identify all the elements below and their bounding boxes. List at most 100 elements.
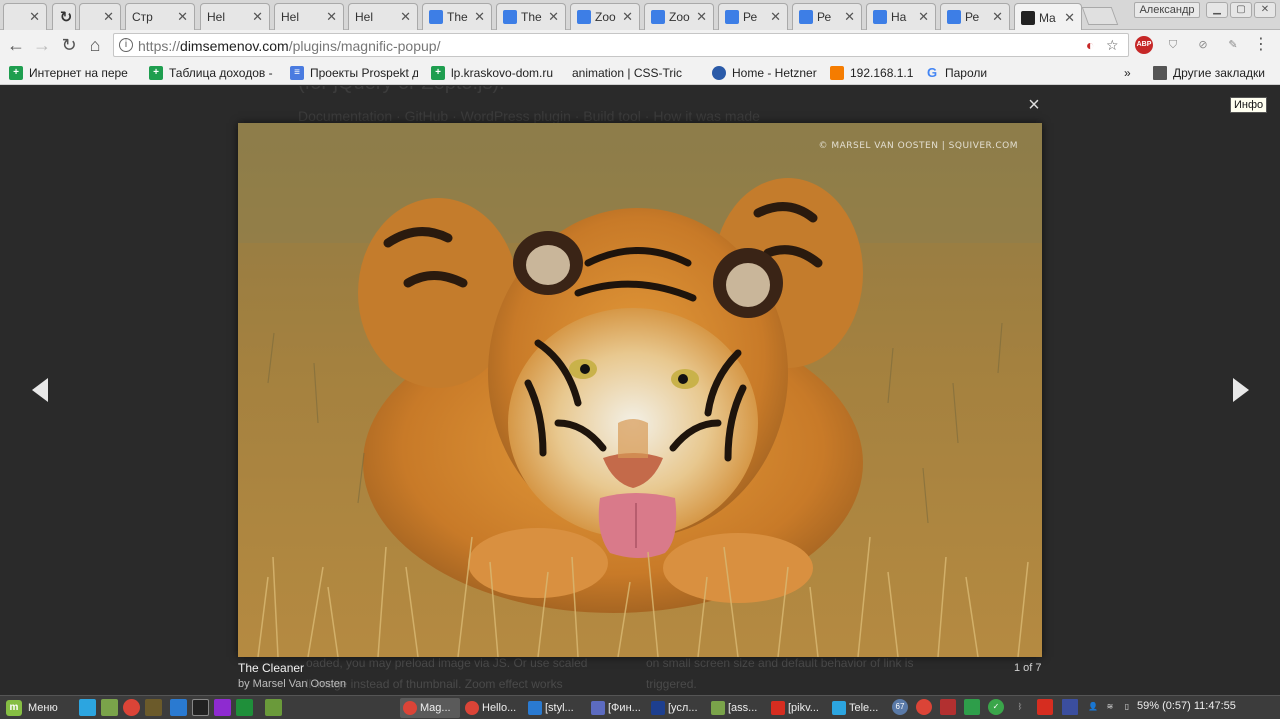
tab-close-icon[interactable]: ✕ — [844, 9, 855, 25]
user-icon[interactable]: 👤 — [1085, 699, 1101, 715]
tab-close-icon[interactable]: ✕ — [992, 9, 1003, 25]
lightbox-prev-arrow-icon[interactable] — [32, 378, 48, 402]
page-links: Documentation · GitHub · WordPress plugi… — [298, 108, 760, 124]
taskbar-window[interactable]: [ass... — [708, 698, 766, 718]
start-menu-button[interactable]: m Меню — [2, 698, 62, 718]
tab-close-icon[interactable]: ✕ — [918, 9, 929, 25]
browser-tab[interactable]: Zoo ✕ — [644, 3, 714, 30]
browser-tab[interactable]: Ha ✕ — [866, 3, 936, 30]
bookmark-item[interactable]: + Интернет на пере — [9, 64, 137, 82]
chrome-tray-icon[interactable] — [916, 699, 932, 715]
back-arrow-icon[interactable]: ← — [5, 34, 27, 56]
url-text[interactable]: https://dimsemenov.com/plugins/magnific-… — [138, 38, 440, 54]
browser-tab[interactable]: Стр ✕ — [125, 3, 195, 103]
site-info-icon[interactable]: i — [119, 38, 133, 52]
lightbox-close-icon[interactable]: × — [1024, 94, 1044, 116]
chrome-launcher-icon[interactable] — [123, 699, 140, 716]
chrome-menu-icon[interactable]: ⋮ — [1252, 36, 1270, 54]
tab-close-icon[interactable]: ✕ — [29, 9, 40, 25]
browser-tab[interactable]: Ре ✕ — [718, 3, 788, 30]
browser-tab[interactable]: The ✕ — [422, 3, 492, 30]
bookmark-item[interactable]: ≡ Проекты Prospekt д — [290, 64, 418, 82]
taskbar-window[interactable]: Hello... — [462, 698, 522, 718]
adblock-plus-icon[interactable]: ABP — [1135, 36, 1153, 54]
lightbox-image[interactable]: © MARSEL VAN OOSTEN | SQUIVER.COM — [238, 123, 1042, 657]
browser-tab[interactable]: ✕ — [79, 3, 121, 103]
taskbar-window[interactable]: [styl... — [525, 698, 583, 718]
other-bookmarks-folder[interactable]: Другие закладки — [1153, 64, 1273, 82]
browser-tab[interactable]: Ре ✕ — [792, 3, 862, 30]
new-tab-button[interactable] — [1081, 7, 1119, 25]
browser-tab[interactable]: The ✕ — [496, 3, 566, 30]
bookmark-item[interactable]: G Пароли — [925, 64, 995, 82]
shield-extension-icon[interactable]: ⛉ — [1164, 36, 1182, 54]
tab-close-icon[interactable]: ✕ — [177, 9, 188, 25]
bookmark-item[interactable]: + lp.kraskovo-dom.ru — [431, 64, 557, 82]
active-tab[interactable]: Ma ✕ — [1014, 3, 1082, 31]
browser-tab[interactable]: Ре ✕ — [940, 3, 1010, 30]
lightbox-next-arrow-icon[interactable] — [1233, 378, 1249, 402]
browser-tab[interactable]: Zoo ✕ — [570, 3, 640, 30]
pycharm-launcher-icon[interactable] — [236, 699, 253, 716]
tab-strip: ✕ ↻ ✕ Стр ✕ Hel ✕ Hel ✕ Hel ✕ The ✕ The ✕ Zoo ✕ Zoo ✕ Ре ✕ Ре… — [0, 0, 1280, 103]
bookmark-item[interactable]: + Таблица доходов - — [149, 64, 275, 82]
minimize-icon[interactable]: ▁ — [1206, 2, 1228, 18]
tab-close-icon[interactable]: ✕ — [1064, 10, 1075, 26]
us-flag-icon[interactable] — [1062, 699, 1078, 715]
home-icon[interactable]: ⌂ — [84, 34, 106, 56]
tab-close-icon[interactable]: ✕ — [474, 9, 485, 25]
checkmark-tray-icon[interactable]: ✓ — [988, 699, 1004, 715]
forward-arrow-icon[interactable]: → — [31, 34, 53, 56]
tab-close-icon[interactable]: ✕ — [103, 9, 114, 25]
tab-close-icon[interactable]: ✕ — [326, 9, 337, 25]
tab-close-icon[interactable]: ✕ — [400, 9, 411, 25]
browser-tab[interactable]: ✕ — [3, 3, 47, 103]
bookmark-item[interactable]: Home - Hetzner — [712, 64, 824, 82]
tab-close-icon[interactable]: ✕ — [548, 9, 559, 25]
telegram-launcher-icon[interactable] — [79, 699, 96, 716]
maximize-icon[interactable]: ▢ — [1230, 2, 1252, 18]
tab-close-icon[interactable]: ✕ — [696, 9, 707, 25]
terminal-launcher-icon[interactable] — [192, 699, 209, 716]
bluetooth-icon[interactable]: ᛒ — [1012, 699, 1028, 715]
pen-extension-icon[interactable]: ✎ — [1224, 36, 1242, 54]
tray-status[interactable]: 59% (0:57) 11:47:55 — [1137, 700, 1236, 712]
shield-tray-icon[interactable] — [940, 699, 956, 715]
browser-tab[interactable]: Hel ✕ — [200, 3, 270, 103]
wifi-icon[interactable]: ≋ — [1102, 699, 1118, 715]
google-icon: G — [926, 65, 938, 80]
bookmarks-overflow-button[interactable]: » — [1124, 64, 1138, 82]
anydesk-tray-icon[interactable] — [1037, 699, 1053, 715]
close-window-icon[interactable]: ✕ — [1254, 2, 1276, 18]
tray-badge[interactable]: 67 — [892, 699, 908, 715]
lock-tray-icon[interactable] — [964, 699, 980, 715]
browser-tab[interactable]: Hel ✕ — [274, 3, 344, 103]
tab-label: Zoo — [669, 10, 690, 24]
show-desktop-icon[interactable] — [265, 699, 282, 716]
files-launcher-icon[interactable] — [101, 699, 118, 716]
browser-tab[interactable]: ↻ — [52, 3, 76, 30]
profile-button[interactable]: Александр — [1134, 2, 1200, 18]
taskbar-window[interactable]: Mag... — [400, 698, 460, 718]
how-it-was-made-link[interactable]: How it was made — [653, 108, 760, 124]
battery-icon[interactable]: ▯ — [1119, 699, 1135, 715]
bookmark-star-icon[interactable]: ☆ — [1106, 37, 1119, 54]
taskbar-window[interactable]: [Фин... — [588, 698, 646, 718]
vscode-launcher-icon[interactable] — [170, 699, 187, 716]
taskbar-window[interactable]: [pikv... — [768, 698, 826, 718]
blocked-content-icon[interactable]: ◐ — [1086, 37, 1094, 53]
tab-close-icon[interactable]: ✕ — [622, 9, 633, 25]
bookmark-item[interactable]: 192.168.1.1 — [830, 64, 920, 82]
tab-close-icon[interactable]: ✕ — [252, 9, 263, 25]
system-monitor-launcher-icon[interactable] — [145, 699, 162, 716]
taskbar-window[interactable]: Tele... — [829, 698, 887, 718]
tab-label: Ре — [817, 10, 832, 24]
bookmark-item[interactable]: animation | CSS-Tric — [572, 64, 702, 82]
phpstorm-launcher-icon[interactable] — [214, 699, 231, 716]
taskbar-window[interactable]: [усл... — [648, 698, 706, 718]
extension-icon[interactable]: ⊘ — [1194, 36, 1212, 54]
tab-close-icon[interactable]: ✕ — [770, 9, 781, 25]
reload-icon[interactable]: ↻ — [58, 34, 80, 56]
address-bar[interactable]: i https://dimsemenov.com/plugins/magnifi… — [113, 33, 1129, 57]
browser-tab[interactable]: Hel ✕ — [348, 3, 418, 103]
